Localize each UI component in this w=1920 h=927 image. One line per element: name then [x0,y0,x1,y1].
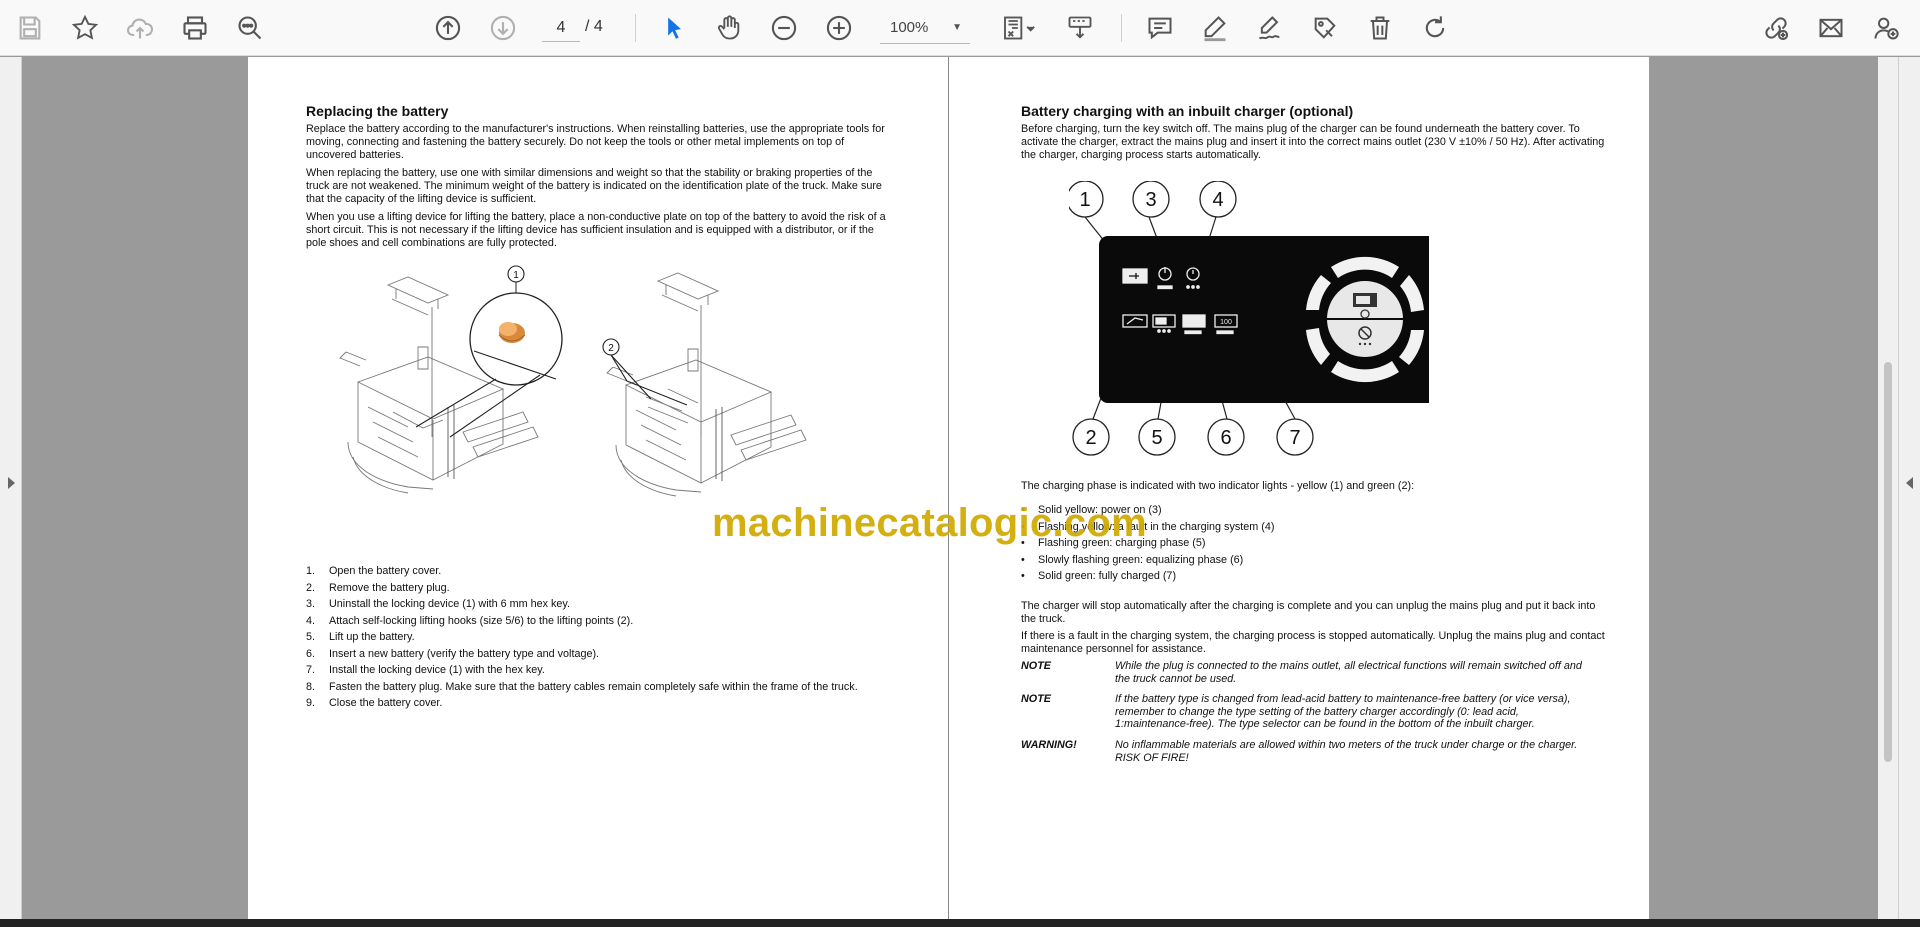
list-item: 6. Insert a new battery (verify the batte… [306,647,600,660]
zoom-in-icon[interactable] [819,8,859,48]
vertical-scrollbar[interactable] [1878,57,1898,919]
bottom-bar [0,919,1920,927]
zoom-value: 100% [890,19,929,36]
delete-icon[interactable] [1360,8,1400,48]
highlight-pen-icon[interactable] [1195,8,1235,48]
toolbar-divider [635,14,636,42]
paragraph: Before charging, turn the key switch off… [1021,123,1605,161]
left-panel-toggle[interactable] [0,57,22,919]
email-icon[interactable] [1811,8,1851,48]
svg-text:2: 2 [1085,427,1096,449]
scroll-mode-icon[interactable] [1060,8,1100,48]
paragraph: When you use a lifting device for liftin… [306,211,886,249]
share-link-icon[interactable] [1756,8,1796,48]
page-down-icon[interactable] [483,8,523,48]
list-item: 2. Remove the battery plug. [306,581,450,594]
page-left: Replacing the battery Replace the batter… [248,57,949,919]
svg-text:100: 100 [1220,319,1232,326]
figure-callout-1-label: 1 [513,270,519,281]
locking-device-detail [498,322,526,343]
list-item: • Solid green: fully charged (7) [1021,570,1177,583]
bookmark-star-icon[interactable] [65,8,105,48]
hand-tool-icon[interactable] [709,8,749,48]
expand-right-icon [1906,477,1913,489]
section-title-replacing-battery: Replacing the battery [306,103,449,119]
scroll-thumb[interactable] [1884,362,1892,762]
paragraph: When replacing the battery, use one with… [306,167,882,205]
section-title-battery-charging: Battery charging with an inbuilt charger… [1021,103,1354,119]
list-item: 1. Open the battery cover. [306,565,442,577]
toolbar-divider [1121,14,1122,42]
save-icon[interactable] [10,8,50,48]
right-panel-toggle[interactable] [1898,57,1920,919]
svg-text:5: 5 [1151,427,1162,449]
list-item: 7. Install the locking device (1) with th… [306,664,545,676]
chevron-down-icon: ▼ [952,22,962,33]
note-block: NOTE If the battery type is changed from … [1021,693,1571,730]
list-item: 8. Fasten the battery plug. Make sure tha… [306,680,858,693]
list-item: • Slowly flashing green: equalizing phase… [1021,553,1244,566]
page-up-icon[interactable] [428,8,468,48]
print-icon[interactable] [175,8,215,48]
status-dial [1303,256,1427,383]
search-zoom-icon[interactable] [230,8,270,48]
list-item: 3. Uninstall the locking device (1) with … [306,598,571,610]
select-cursor-icon[interactable] [654,8,694,48]
fit-page-icon[interactable] [993,8,1045,48]
zoom-out-icon[interactable] [764,8,804,48]
signature-icon[interactable] [1250,8,1290,48]
charger-panel-diagram: 100 1 3 4 2 5 6 7 [1069,181,1429,456]
toolbar: / 4 100% ▼ [0,0,1920,56]
list-item: 9. Close the battery cover. [306,697,443,709]
document-viewer: Replacing the battery Replace the batter… [0,57,1920,919]
svg-text:4: 4 [1212,189,1223,211]
paragraph: The charging phase is indicated with two… [1021,480,1415,492]
stamp-icon[interactable] [1305,8,1345,48]
svg-text:1: 1 [1079,189,1090,211]
watermark: machinecatalogic.com [712,501,1148,545]
rotate-icon[interactable] [1415,8,1455,48]
page-total-label: / 4 [585,18,603,35]
steps-list: 1. Open the battery cover. 2. Remove the b… [306,565,896,714]
cloud-upload-icon[interactable] [120,8,160,48]
expand-left-icon [8,477,15,489]
add-user-icon[interactable] [1866,8,1906,48]
zoom-select[interactable]: 100% ▼ [880,12,970,44]
paragraph: Replace the battery according to the man… [306,123,885,161]
svg-text:6: 6 [1220,427,1231,449]
warning-block: WARNING! No inflammable materials are all… [1021,739,1578,764]
note-block: NOTE While the plug is connected to the m… [1021,660,1582,685]
paragraph: If there is a fault in the charging syst… [1021,630,1605,655]
list-item: 4. Attach self-locking lifting hooks (siz… [306,614,634,627]
list-item: 5. Lift up the battery. [306,631,415,643]
page-right: Battery charging with an inbuilt charger… [949,57,1649,919]
comment-icon[interactable] [1140,8,1180,48]
page-number-input[interactable] [542,14,580,42]
svg-text:3: 3 [1145,189,1156,211]
figure-callout-2-label: 2 [608,343,614,354]
battery-replacement-figure: 1 2 [339,265,807,497]
svg-text:7: 7 [1289,427,1300,449]
paragraph: The charger will stop automatically afte… [1021,600,1596,625]
